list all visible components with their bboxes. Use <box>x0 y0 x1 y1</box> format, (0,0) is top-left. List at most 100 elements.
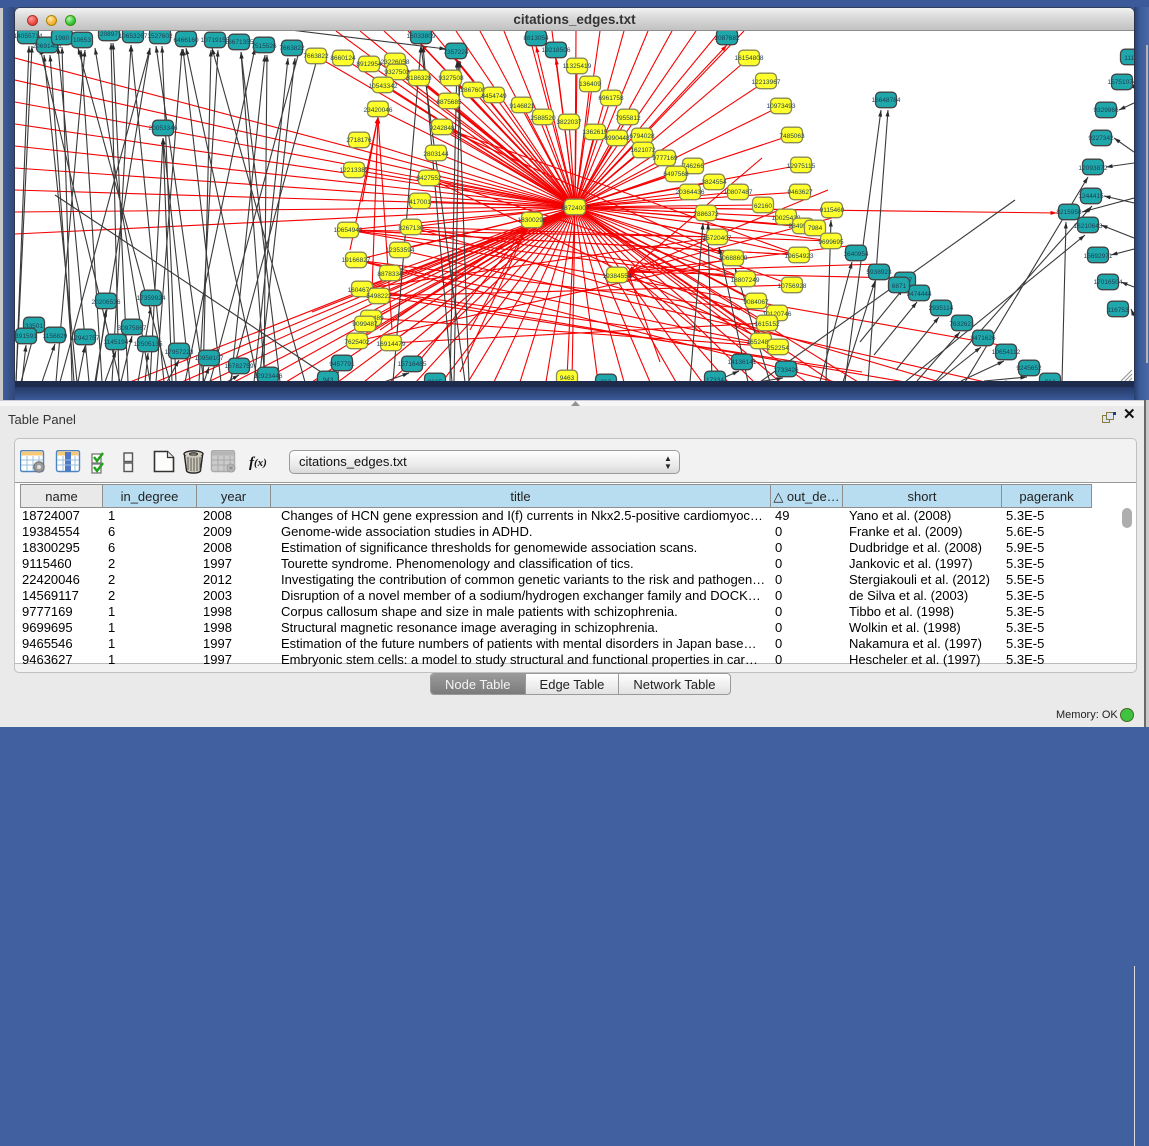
svg-text:1156829: 1156829 <box>43 333 68 340</box>
svg-text:3822037: 3822037 <box>556 119 582 126</box>
svg-text:9245652: 9245652 <box>1016 365 1042 372</box>
svg-text:7515526: 7515526 <box>251 43 277 50</box>
svg-text:10543342: 10543342 <box>369 83 398 90</box>
svg-text:8878334: 8878334 <box>377 271 403 278</box>
svg-text:17359924: 17359924 <box>137 295 166 302</box>
svg-text:9227342: 9227342 <box>1088 135 1114 142</box>
svg-text:9463627: 9463627 <box>787 189 813 196</box>
svg-text:7632621: 7632621 <box>949 321 975 328</box>
svg-text:7663822: 7663822 <box>303 53 329 60</box>
svg-text:116753: 116753 <box>1107 307 1129 314</box>
svg-text:7955812: 7955812 <box>615 115 641 122</box>
svg-text:12213389: 12213389 <box>340 167 369 174</box>
svg-text:15720407: 15720407 <box>703 235 732 242</box>
svg-text:12213967: 12213967 <box>752 79 781 86</box>
svg-text:10688609: 10688609 <box>719 255 748 262</box>
svg-text:10653: 10653 <box>73 37 91 44</box>
svg-text:9329966: 9329966 <box>1093 107 1119 114</box>
svg-text:18300295: 18300295 <box>518 217 547 224</box>
svg-text:1640954: 1640954 <box>843 251 869 258</box>
svg-text:5938923: 5938923 <box>866 269 892 276</box>
svg-text:15716485: 15716485 <box>398 361 427 368</box>
svg-text:16154808: 16154808 <box>735 55 764 62</box>
svg-text:16782759: 16782759 <box>225 363 254 370</box>
svg-text:9084067: 9084067 <box>743 299 769 306</box>
svg-text:16914479: 16914479 <box>377 341 406 348</box>
svg-text:6961758: 6961758 <box>598 95 624 102</box>
svg-text:20053346: 20053346 <box>149 125 178 132</box>
svg-text:2718176: 2718176 <box>346 137 372 144</box>
svg-text:12353594: 12353594 <box>386 247 415 254</box>
svg-text:7886372: 7886372 <box>693 211 719 218</box>
svg-text:6466160: 6466160 <box>173 37 199 44</box>
svg-text:16671355: 16671355 <box>225 39 254 46</box>
svg-text:136409: 136409 <box>579 81 601 88</box>
svg-text:11325419: 11325419 <box>563 63 592 70</box>
svg-text:20897: 20897 <box>100 31 118 38</box>
svg-text:1621072: 1621072 <box>630 147 656 154</box>
svg-text:15692971: 15692971 <box>1084 253 1113 260</box>
svg-text:2588520: 2588520 <box>530 115 556 122</box>
svg-text:10756928: 10756928 <box>778 283 807 290</box>
svg-text:8660124: 8660124 <box>330 55 356 62</box>
svg-text:6497568: 6497568 <box>663 171 689 178</box>
svg-text:15751074: 15751074 <box>1108 79 1134 86</box>
svg-text:17957223: 17957223 <box>165 349 194 356</box>
svg-text:19654923: 19654923 <box>785 253 814 260</box>
svg-text:2803144: 2803144 <box>423 151 449 158</box>
svg-text:23420046: 23420046 <box>364 107 393 114</box>
svg-text:1145194: 1145194 <box>104 339 129 346</box>
svg-text:391591: 391591 <box>15 333 37 340</box>
svg-text:10958107: 10958107 <box>195 355 224 362</box>
svg-text:12942757: 12942757 <box>71 335 100 342</box>
svg-text:6871: 6871 <box>892 283 907 290</box>
svg-text:1117: 1117 <box>1124 55 1134 62</box>
svg-text:12975115: 12975115 <box>787 163 816 170</box>
svg-text:9242848: 9242848 <box>429 125 455 132</box>
svg-text:8215958: 8215958 <box>1056 209 1082 216</box>
svg-text:20206536: 20206536 <box>92 299 121 306</box>
svg-text:9699695: 9699695 <box>818 239 844 246</box>
svg-text:3824554: 3824554 <box>701 179 727 186</box>
svg-text:16648784: 16648784 <box>872 97 901 104</box>
svg-text:12093872: 12093872 <box>1079 165 1108 172</box>
svg-text:17016504: 17016504 <box>1094 279 1123 286</box>
svg-text:8471626: 8471626 <box>970 335 996 342</box>
svg-text:7357224: 7357224 <box>443 49 469 56</box>
svg-text:(x): (x) <box>254 457 267 469</box>
svg-text:252254: 252254 <box>767 345 789 352</box>
svg-text:10654943: 10654943 <box>334 227 363 234</box>
svg-text:1527602: 1527602 <box>147 33 173 40</box>
svg-text:9146821: 9146821 <box>509 103 535 110</box>
svg-text:1615152: 1615152 <box>754 321 780 328</box>
svg-text:2935114: 2935114 <box>929 305 954 312</box>
svg-text:14136141: 14136141 <box>728 359 757 366</box>
svg-text:5498222: 5498222 <box>366 293 392 300</box>
svg-text:12505135: 12505135 <box>134 341 163 348</box>
svg-text:18724007: 18724007 <box>561 205 590 212</box>
svg-text:8427552: 8427552 <box>416 175 442 182</box>
svg-text:1733426: 1733426 <box>773 367 799 374</box>
svg-text:9115460: 9115460 <box>820 207 845 214</box>
svg-text:8912954: 8912954 <box>356 61 382 68</box>
svg-text:30975867: 30975867 <box>118 325 147 332</box>
svg-text:7625402: 7625402 <box>344 339 370 346</box>
svg-text:417001: 417001 <box>409 199 431 206</box>
svg-text:1980: 1980 <box>55 35 70 42</box>
svg-text:16033809: 16033809 <box>407 33 436 40</box>
svg-text:16210643: 16210643 <box>1074 223 1103 230</box>
svg-text:10654112: 10654112 <box>992 349 1021 356</box>
svg-text:19166827: 19166827 <box>342 257 371 264</box>
svg-text:10653267: 10653267 <box>119 33 148 40</box>
svg-text:18807249: 18807249 <box>731 277 760 284</box>
svg-text:9457791: 9457791 <box>329 361 355 368</box>
svg-text:20364436: 20364436 <box>676 189 705 196</box>
svg-text:9327508: 9327508 <box>438 75 464 82</box>
svg-text:19384554: 19384554 <box>603 273 632 280</box>
svg-text:2087682: 2087682 <box>714 35 740 42</box>
svg-text:10973493: 10973493 <box>767 103 796 110</box>
svg-text:1244415: 1244415 <box>1078 193 1104 200</box>
svg-text:7485063: 7485063 <box>779 133 805 140</box>
svg-text:7663822: 7663822 <box>279 45 305 52</box>
svg-text:10807487: 10807487 <box>724 189 753 196</box>
